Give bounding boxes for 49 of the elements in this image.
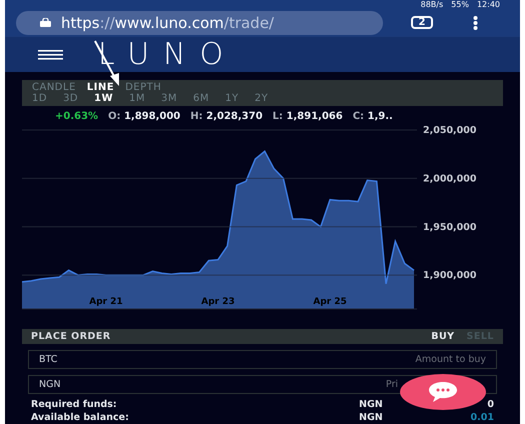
order-input-field[interactable]: BTC Amount to buy bbox=[28, 350, 497, 369]
url-text: https://www.luno.com/trade/ bbox=[61, 14, 274, 32]
summary-label: Available balance: bbox=[31, 412, 130, 423]
battery-level: 55% bbox=[451, 0, 469, 9]
y-axis-label: 1,900,000 bbox=[423, 270, 476, 282]
address-bar[interactable]: https://www.luno.com/trade/ bbox=[16, 10, 383, 35]
field-label: BTC bbox=[39, 354, 58, 365]
y-axis-label: 2,050,000 bbox=[423, 125, 476, 136]
stat-value: 1,891,066 bbox=[286, 111, 343, 122]
chat-bubble-icon bbox=[428, 381, 458, 403]
summary-value: 0 bbox=[486, 399, 494, 410]
stat-value: 1,9.. bbox=[368, 111, 393, 122]
stat-label: H: bbox=[190, 111, 203, 122]
stat-label: C: bbox=[352, 111, 364, 122]
chart-type-tab[interactable]: DEPTH bbox=[125, 82, 162, 93]
currency-label: NGN bbox=[359, 412, 384, 423]
range-tab[interactable]: 2Y bbox=[254, 93, 268, 104]
x-axis-label: Apr 21 bbox=[89, 297, 123, 307]
range-tab[interactable]: 3M bbox=[161, 93, 178, 104]
menu-icon[interactable] bbox=[38, 50, 63, 60]
order-side-tab[interactable]: BUY bbox=[431, 331, 455, 342]
input-area[interactable]: Pri bbox=[378, 379, 398, 390]
range-tab[interactable]: 3D bbox=[63, 93, 78, 104]
stat-value: 2,028,370 bbox=[206, 111, 263, 122]
currency-label: NGN bbox=[359, 399, 384, 410]
field-label: NGN bbox=[39, 379, 62, 390]
x-axis-label: Apr 23 bbox=[201, 297, 235, 307]
summary-value: 0.01 bbox=[470, 412, 494, 423]
stat-label: O: bbox=[108, 111, 121, 122]
stat-value: 1,898,000 bbox=[124, 111, 180, 122]
input-area[interactable]: Amount to buy bbox=[99, 354, 486, 365]
chart-type-tab[interactable]: LINE bbox=[86, 82, 114, 93]
clock: 12:40 bbox=[476, 0, 500, 9]
x-axis-label: Apr 25 bbox=[313, 297, 347, 307]
stat-label: L: bbox=[272, 111, 283, 122]
lock-icon bbox=[40, 18, 51, 28]
y-axis-label: 2,000,000 bbox=[423, 173, 476, 184]
range-tab[interactable]: 1D bbox=[32, 93, 48, 104]
more-menu-icon[interactable] bbox=[473, 16, 478, 30]
y-axis-label: 1,950,000 bbox=[423, 222, 476, 233]
summary-label: Required funds: bbox=[31, 399, 118, 410]
order-title: PLACE ORDER bbox=[31, 331, 112, 342]
range-tab[interactable]: 1M bbox=[129, 93, 146, 104]
price-change: +0.63% bbox=[55, 111, 98, 122]
chart-type-tab[interactable]: CANDLE bbox=[32, 82, 76, 93]
range-tab[interactable]: 1Y bbox=[225, 93, 239, 104]
range-tab[interactable]: 6M bbox=[193, 93, 210, 104]
network-speed: 88B/s bbox=[420, 0, 444, 9]
range-tab[interactable]: 1W bbox=[94, 93, 114, 104]
